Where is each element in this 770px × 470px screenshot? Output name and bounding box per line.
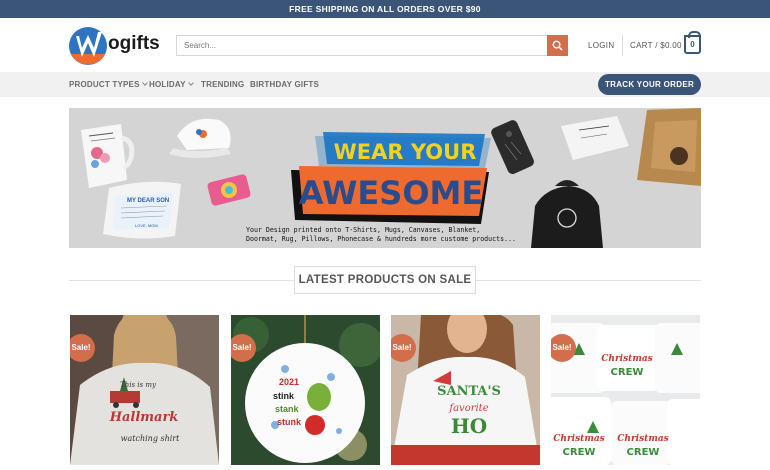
search-bar: [176, 35, 568, 56]
product-print-text: 2021: [279, 377, 299, 387]
cap-image: [169, 118, 231, 158]
product-image-christmas-crew-tees: Christmas CREW Christmas CREW Christmas …: [551, 315, 700, 465]
product-print-text: Christmas: [617, 434, 669, 444]
nav-item-birthday-gifts[interactable]: BIRTHDAY GIFTS: [250, 80, 319, 89]
free-shipping-bar: FREE SHIPPING ON ALL ORDERS OVER $90: [0, 0, 770, 18]
site-logo[interactable]: ogifts: [68, 24, 168, 65]
cart-link[interactable]: CART / $0.00: [630, 41, 682, 50]
product-print-text: CREW: [611, 367, 644, 378]
product-card[interactable]: Christmas CREW Christmas CREW Christmas …: [551, 315, 700, 465]
banner-headline-1: WEAR YOUR: [334, 140, 477, 164]
product-print-text: Christmas: [601, 354, 653, 364]
login-link[interactable]: LOGIN: [588, 41, 614, 50]
header-divider: [622, 35, 623, 56]
product-print-text: stink: [273, 391, 295, 401]
hero-banner[interactable]: MY DEAR SON LOVE, MOM WEAR YOUR AWESOME: [69, 108, 701, 248]
product-card[interactable]: 2021 stink stank stunk Sale!: [231, 315, 380, 465]
track-order-button[interactable]: TRACK YOUR ORDER: [598, 74, 701, 95]
nav-item-label: HOLIDAY: [149, 80, 186, 89]
nav-item-holiday[interactable]: HOLIDAY: [149, 80, 194, 89]
product-print-text: stunk: [277, 417, 302, 427]
product-print-text: stank: [275, 404, 300, 414]
pillow-signature: LOVE, MOM: [135, 223, 158, 228]
banner-headline-2: AWESOME: [299, 174, 483, 212]
pillow-image: MY DEAR SON LOVE, MOM: [103, 181, 181, 239]
nav-item-label: TRENDING: [201, 80, 245, 89]
nav-item-product-types[interactable]: PRODUCT TYPES: [69, 80, 148, 89]
section-title: LATEST PRODUCTS ON SALE: [294, 266, 476, 294]
logo-w-icon: [69, 27, 107, 65]
site-header: ogifts LOGIN CART / $0.00 0: [0, 18, 770, 72]
phonecase-tiedye-image: [207, 174, 251, 206]
banner-caption: Your Design printed onto T-Shirts, Mugs,…: [246, 226, 546, 244]
nav-item-trending[interactable]: TRENDING: [201, 80, 244, 89]
nav-item-label: BIRTHDAY GIFTS: [250, 80, 320, 89]
product-card[interactable]: SANTA'S favorite HO Sale!: [391, 315, 540, 465]
product-print-text: CREW: [627, 447, 660, 458]
pillow-heading: MY DEAR SON: [127, 198, 169, 204]
product-print-text: SANTA'S: [437, 384, 501, 399]
search-input[interactable]: [177, 36, 547, 55]
chevron-down-icon: [187, 80, 194, 86]
product-print-text: Christmas: [553, 434, 605, 444]
product-print-text: HO: [451, 414, 487, 438]
cart-count-badge[interactable]: 0: [684, 31, 701, 54]
product-print-text: watching shirt: [121, 434, 180, 443]
product-image-ornament: 2021 stink stank stunk: [231, 315, 380, 465]
product-print-text: This is my: [120, 381, 157, 389]
nav-item-label: PRODUCT TYPES: [69, 80, 140, 89]
banner-caption-line-2: Doormat, Rug, Pillows, Phonecase & hundr…: [246, 235, 516, 243]
mug-image: [81, 124, 135, 188]
product-print-text: favorite: [448, 403, 488, 414]
search-icon: [552, 40, 563, 51]
product-print-text: Hallmark: [109, 410, 179, 425]
logo-text: ogifts: [108, 33, 160, 54]
banner-caption-line-1: Your Design printed onto T-Shirts, Mugs,…: [246, 226, 481, 234]
blanket-image: [561, 116, 629, 160]
product-image-santas-favorite-tee: SANTA'S favorite HO: [391, 315, 540, 465]
search-button[interactable]: [547, 35, 568, 56]
product-image-hallmark-sweatshirt: This is my Hallmark watching shirt: [70, 315, 219, 465]
product-card[interactable]: This is my Hallmark watching shirt Sale!: [70, 315, 219, 465]
chevron-down-icon: [141, 80, 148, 86]
canvas-image: [637, 108, 701, 186]
product-print-text: CREW: [563, 447, 596, 458]
phonecase-black-image: [491, 120, 534, 175]
